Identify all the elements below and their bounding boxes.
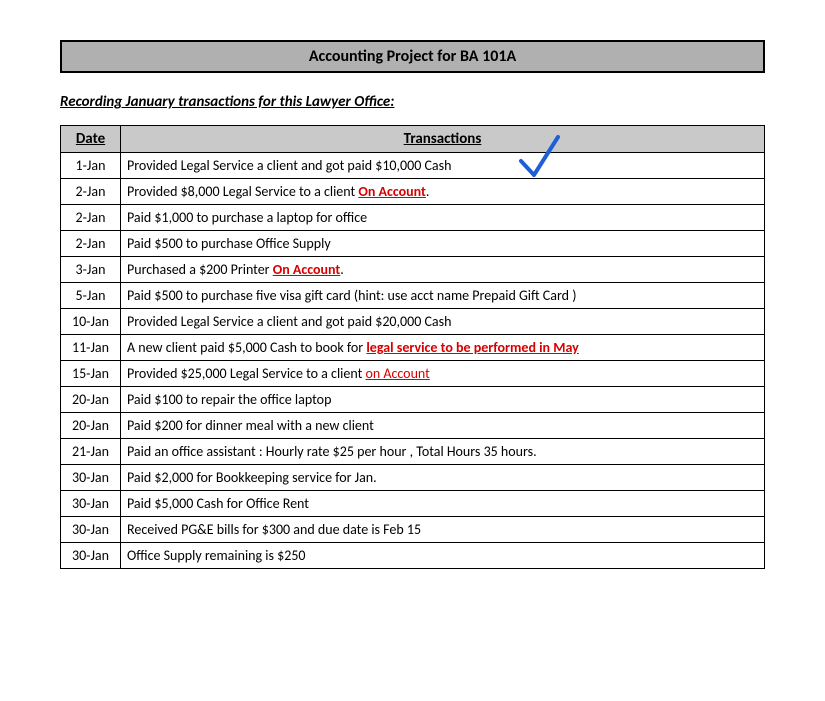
transaction-text: Paid $5,000 Cash for Office Rent <box>127 495 309 512</box>
transaction-cell: Provided Legal Service a client and got … <box>121 309 765 335</box>
table-row: 21-Jan Paid an office assistant : Hourly … <box>61 439 765 465</box>
transaction-text: Paid $200 for dinner meal with a new cli… <box>127 417 374 434</box>
table-row: 1-Jan Provided Legal Service a client and… <box>61 153 765 179</box>
transaction-text: On Account <box>273 261 341 278</box>
transaction-cell: Office Supply remaining is $250 <box>121 543 765 569</box>
transaction-cell: Paid $200 for dinner meal with a new cli… <box>121 413 765 439</box>
date-cell: 20-Jan <box>61 387 121 413</box>
transaction-cell: Purchased a $200 Printer On Account. <box>121 257 765 283</box>
table-row: 10-Jan Provided Legal Service a client an… <box>61 309 765 335</box>
date-cell: 30-Jan <box>61 517 121 543</box>
table-row: 5-Jan Paid $500 to purchase five visa gif… <box>61 283 765 309</box>
transaction-cell: Received PG&E bills for $300 and due dat… <box>121 517 765 543</box>
transaction-text: . <box>340 261 344 278</box>
date-cell: 3-Jan <box>61 257 121 283</box>
transaction-cell: A new client paid $5,000 Cash to book fo… <box>121 335 765 361</box>
table-row: 2-Jan Paid $1,000 to purchase a laptop fo… <box>61 205 765 231</box>
table-row: 30-Jan Paid $2,000 for Bookkeeping servic… <box>61 465 765 491</box>
date-cell: 2-Jan <box>61 205 121 231</box>
date-cell: 21-Jan <box>61 439 121 465</box>
date-cell: 11-Jan <box>61 335 121 361</box>
transaction-text: Paid $500 to purchase Office Supply <box>127 235 331 252</box>
transaction-cell: Paid $500 to purchase five visa gift car… <box>121 283 765 309</box>
date-cell: 20-Jan <box>61 413 121 439</box>
transaction-text: legal service to be performed in May <box>366 339 578 356</box>
transaction-cell: Provided $25,000 Legal Service to a clie… <box>121 361 765 387</box>
transaction-cell: Paid $500 to purchase Office Supply <box>121 231 765 257</box>
table-row: 30-Jan Paid $5,000 Cash for Office Rent <box>61 491 765 517</box>
page-title: Accounting Project for BA 101A <box>60 40 765 73</box>
table-row: 30-Jan Office Supply remaining is $250 <box>61 543 765 569</box>
table-row: 20-Jan Paid $200 for dinner meal with a n… <box>61 413 765 439</box>
transactions-table: Date Transactions 1-Jan Provided Legal Se… <box>60 125 765 569</box>
table-row: 2-Jan Provided $8,000 Legal Service to a … <box>61 179 765 205</box>
col-header-transactions: Transactions <box>121 126 765 153</box>
transaction-text: Received PG&E bills for $300 and due dat… <box>127 521 421 538</box>
col-header-date: Date <box>61 126 121 153</box>
date-cell: 5-Jan <box>61 283 121 309</box>
transaction-text: Provided $8,000 Legal Service to a clien… <box>127 183 358 200</box>
transaction-text: Provided Legal Service a client and got … <box>127 313 451 330</box>
transaction-text: Purchased a $200 Printer <box>127 261 273 278</box>
date-cell: 30-Jan <box>61 465 121 491</box>
transaction-cell: Paid $100 to repair the office laptop <box>121 387 765 413</box>
transaction-text: Provided Legal Service a client and got … <box>127 157 451 174</box>
transaction-text: Provided $25,000 Legal Service to a clie… <box>127 365 365 382</box>
transaction-cell: Paid $5,000 Cash for Office Rent <box>121 491 765 517</box>
table-row: 20-Jan Paid $100 to repair the office lap… <box>61 387 765 413</box>
subtitle: Recording January transactions for this … <box>60 93 765 111</box>
transaction-text: Office Supply remaining is $250 <box>127 547 306 564</box>
table-row: 3-JanPurchased a $200 Printer On Account… <box>61 257 765 283</box>
table-row: 11-Jan A new client paid $5,000 Cash to b… <box>61 335 765 361</box>
transaction-text: Paid an office assistant : Hourly rate $… <box>127 443 537 460</box>
date-cell: 2-Jan <box>61 179 121 205</box>
date-cell: 15-Jan <box>61 361 121 387</box>
transaction-cell: Paid $2,000 for Bookkeeping service for … <box>121 465 765 491</box>
transaction-cell: Paid $1,000 to purchase a laptop for off… <box>121 205 765 231</box>
transaction-text: . <box>426 183 430 200</box>
table-row: 30-Jan Received PG&E bills for $300 and d… <box>61 517 765 543</box>
transaction-cell: Provided $8,000 Legal Service to a clien… <box>121 179 765 205</box>
transaction-cell: Provided Legal Service a client and got … <box>121 153 765 179</box>
table-row: 15-Jan Provided $25,000 Legal Service to … <box>61 361 765 387</box>
transaction-text: on Account <box>365 365 429 382</box>
date-cell: 10-Jan <box>61 309 121 335</box>
date-cell: 2-Jan <box>61 231 121 257</box>
transaction-text: Paid $1,000 to purchase a laptop for off… <box>127 209 367 226</box>
transaction-text: A new client paid $5,000 Cash to book fo… <box>127 339 366 356</box>
transaction-text: Paid $2,000 for Bookkeeping service for … <box>127 469 377 486</box>
date-cell: 30-Jan <box>61 543 121 569</box>
transaction-cell: Paid an office assistant : Hourly rate $… <box>121 439 765 465</box>
date-cell: 30-Jan <box>61 491 121 517</box>
table-header-row: Date Transactions <box>61 126 765 153</box>
transaction-text: Paid $500 to purchase five visa gift car… <box>127 287 576 304</box>
table-row: 2-Jan Paid $500 to purchase Office Supply <box>61 231 765 257</box>
transaction-text: On Account <box>358 183 426 200</box>
date-cell: 1-Jan <box>61 153 121 179</box>
transaction-text: Paid $100 to repair the office laptop <box>127 391 331 408</box>
